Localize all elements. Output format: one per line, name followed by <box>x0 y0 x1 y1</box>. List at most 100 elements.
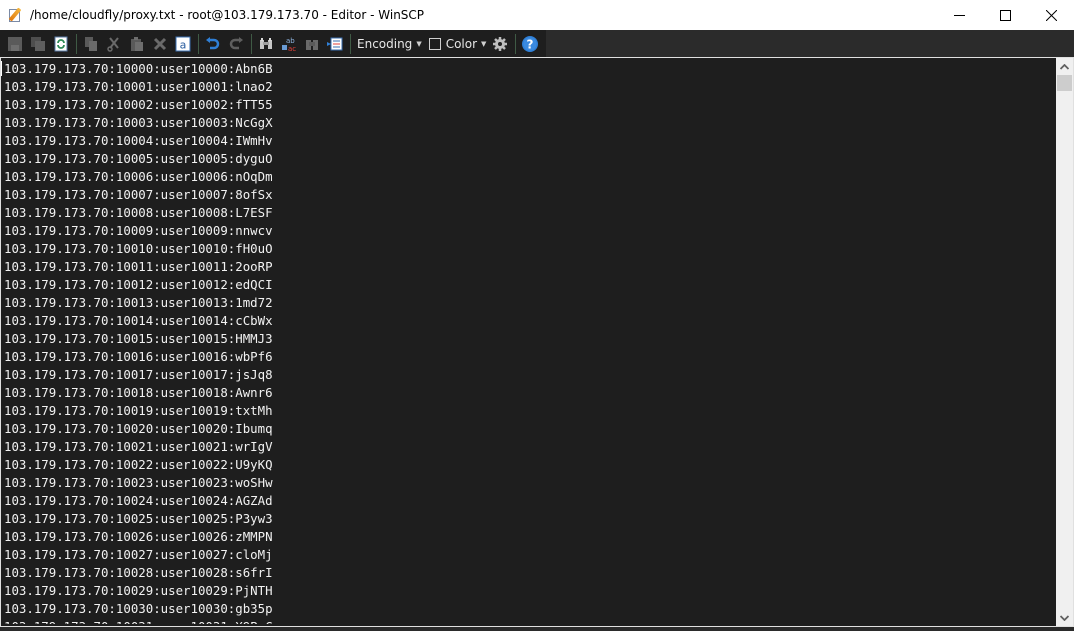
encoding-dropdown[interactable]: Encoding ▼ <box>354 33 425 55</box>
text-line: 103.179.173.70:10022:user10022:U9yKQ <box>4 457 273 472</box>
save-icon <box>8 36 22 51</box>
text-line: 103.179.173.70:10019:user10019:txtMh <box>4 403 273 418</box>
copy-icon <box>85 36 97 51</box>
svg-text:ab: ab <box>286 37 295 45</box>
text-line: 103.179.173.70:10030:user10030:gb35p <box>4 601 273 616</box>
text-line: 103.179.173.70:10028:user10028:s6frI <box>4 565 273 580</box>
toolbar-buttons: a ab ac Encoding ▼ Color ▼ ? <box>0 30 547 57</box>
redo-icon <box>229 36 243 49</box>
go-to-line-icon <box>327 37 343 50</box>
vertical-scrollbar[interactable] <box>1056 58 1073 626</box>
text-line: 103.179.173.70:10026:user10026:zMMPN <box>4 529 273 544</box>
text-editor[interactable]: 103.179.173.70:10000:user10000:Abn6B 103.… <box>0 57 1074 627</box>
gear-icon <box>493 36 508 51</box>
svg-text:?: ? <box>527 37 534 51</box>
title-bar: /home/cloudfly/proxy.txt - root@103.179.… <box>0 0 1074 30</box>
help-button[interactable]: ? <box>519 33 541 55</box>
select-all-icon: a <box>175 36 191 51</box>
help-icon: ? <box>522 35 539 52</box>
replace-button[interactable]: ab ac <box>278 33 300 55</box>
cut-button[interactable] <box>103 33 125 55</box>
chevron-up-icon <box>1060 63 1069 70</box>
redo-button[interactable] <box>225 33 247 55</box>
encoding-label: Encoding <box>357 36 413 51</box>
settings-button[interactable] <box>489 33 511 55</box>
text-line: 103.179.173.70:10002:user10002:fTT55 <box>4 97 273 112</box>
undo-icon <box>206 36 220 49</box>
toolbar-separator <box>198 33 199 54</box>
find-button[interactable] <box>255 33 277 55</box>
minimize-button[interactable] <box>936 0 982 30</box>
scroll-down-button[interactable] <box>1056 609 1073 626</box>
text-line: 103.179.173.70:10013:user10013:1md72 <box>4 295 273 310</box>
text-line: 103.179.173.70:10027:user10027:cloMj <box>4 547 273 562</box>
text-line: 103.179.173.70:10008:user10008:L7ESF <box>4 205 273 220</box>
chevron-down-icon: ▼ <box>416 39 422 48</box>
text-caret <box>1 61 2 76</box>
close-icon <box>1045 9 1057 21</box>
cut-icon <box>107 36 119 52</box>
text-line: 103.179.173.70:10020:user10020:Ibumq <box>4 421 273 436</box>
text-line: 103.179.173.70:10018:user10018:Awnr6 <box>4 385 273 400</box>
window-controls <box>936 0 1074 30</box>
toolbar-separator <box>76 33 77 54</box>
text-line: 103.179.173.70:10004:user10004:IWmHv <box>4 133 273 148</box>
close-button[interactable] <box>1028 0 1074 30</box>
maximize-button[interactable] <box>982 0 1028 30</box>
text-line: 103.179.173.70:10011:user10011:2ooRP <box>4 259 273 274</box>
editor-pencil-icon <box>8 7 24 23</box>
find-next-icon <box>306 39 318 50</box>
text-line: 103.179.173.70:10000:user10000:Abn6B <box>4 61 273 76</box>
copy-button[interactable] <box>80 33 102 55</box>
text-line: 103.179.173.70:10009:user10009:nnwcv <box>4 223 273 238</box>
reload-button[interactable] <box>50 33 72 55</box>
minimize-icon <box>953 14 965 16</box>
toolbar-separator <box>251 33 252 54</box>
color-dropdown[interactable]: Color ▼ <box>446 33 490 55</box>
text-line: 103.179.173.70:10023:user10023:woSHw <box>4 475 273 490</box>
text-line: 103.179.173.70:10005:user10005:dyguO <box>4 151 273 166</box>
text-line: 103.179.173.70:10031:user10031:X9PvC <box>4 618 1054 624</box>
find-next-button[interactable] <box>301 33 323 55</box>
window-title: /home/cloudfly/proxy.txt - root@103.179.… <box>30 8 425 22</box>
editor-toolbar: a ab ac Encoding ▼ Color ▼ ? <box>0 30 1074 57</box>
color-label: Color <box>445 36 478 51</box>
select-all-button[interactable]: a <box>172 33 194 55</box>
text-line: 103.179.173.70:10024:user10024:AGZAd <box>4 493 273 508</box>
chevron-down-icon <box>1060 614 1069 621</box>
text-line: 103.179.173.70:10006:user10006:nOqDm <box>4 169 273 184</box>
status-strip <box>0 627 1074 631</box>
text-line: 103.179.173.70:10010:user10010:fH0uO <box>4 241 273 256</box>
scroll-thumb[interactable] <box>1057 75 1072 91</box>
delete-button[interactable] <box>149 33 171 55</box>
save-button[interactable] <box>4 33 26 55</box>
svg-text:a: a <box>180 38 187 51</box>
go-to-line-button[interactable] <box>324 33 346 55</box>
text-line: 103.179.173.70:10016:user10016:wbPf6 <box>4 349 273 364</box>
color-checkbox[interactable] <box>428 37 441 50</box>
text-line: 103.179.173.70:10017:user10017:jsJq8 <box>4 367 273 382</box>
text-line: 103.179.173.70:10025:user10025:P3yw3 <box>4 511 273 526</box>
maximize-icon <box>999 9 1011 21</box>
save-all-icon <box>31 36 45 51</box>
text-line: 103.179.173.70:10012:user10012:edQCI <box>4 277 273 292</box>
paste-icon <box>131 36 143 51</box>
paste-button[interactable] <box>126 33 148 55</box>
text-line: 103.179.173.70:10021:user10021:wrIgV <box>4 439 273 454</box>
text-line: 103.179.173.70:10015:user10015:HMMJ3 <box>4 331 273 346</box>
svg-text:ac: ac <box>288 45 296 52</box>
text-line: 103.179.173.70:10014:user10014:cCbWx <box>4 313 273 328</box>
text-line: 103.179.173.70:10001:user10001:lnao2 <box>4 79 273 94</box>
replace-icon: abac <box>282 37 296 52</box>
text-line: 103.179.173.70:10003:user10003:NcGgX <box>4 115 273 130</box>
delete-icon <box>153 37 167 50</box>
undo-button[interactable] <box>202 33 224 55</box>
editor-content[interactable]: 103.179.173.70:10000:user10000:Abn6B 103.… <box>4 60 1054 624</box>
text-line: 103.179.173.70:10029:user10029:PjNTH <box>4 583 273 598</box>
save-all-button[interactable] <box>27 33 49 55</box>
scroll-up-button[interactable] <box>1056 58 1073 75</box>
find-icon <box>260 37 272 49</box>
text-line: 103.179.173.70:10007:user10007:8ofSx <box>4 187 273 202</box>
toolbar-separator <box>350 33 351 54</box>
toolbar-separator <box>515 33 517 54</box>
